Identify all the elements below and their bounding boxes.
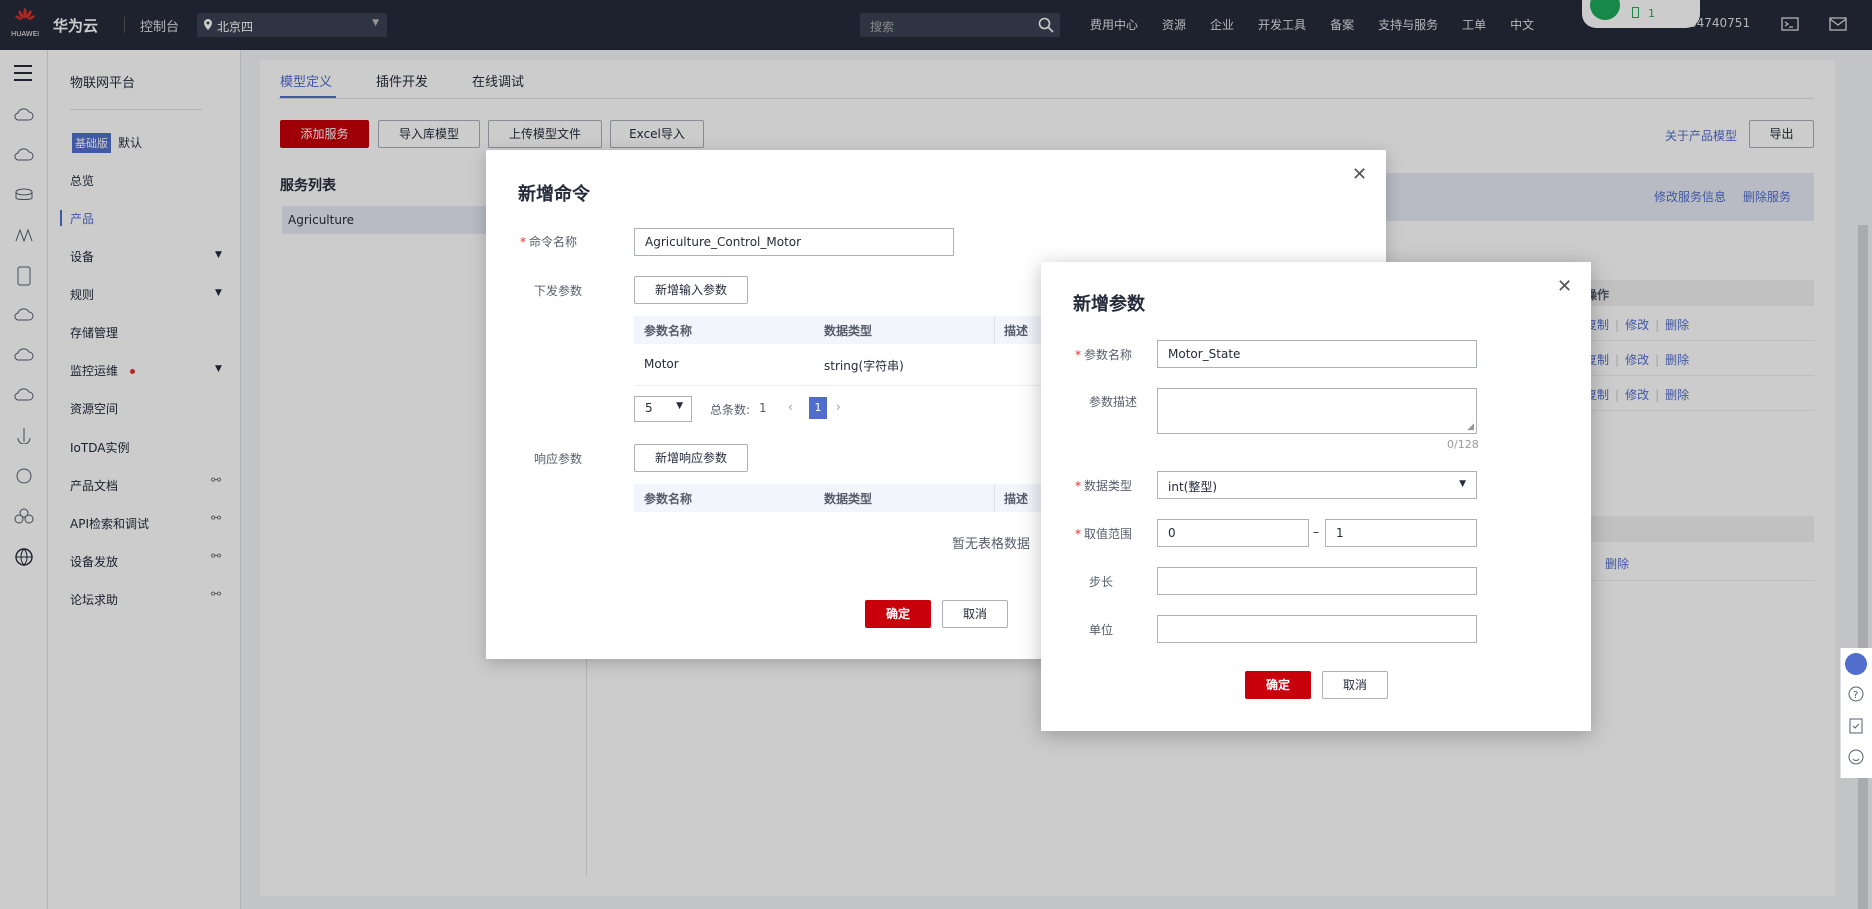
param-name-cell: Motor	[644, 357, 679, 371]
col-param-name: 参数名称	[644, 324, 693, 338]
feedback-icon[interactable]	[1848, 718, 1864, 734]
svg-text:?: ?	[1853, 690, 1858, 701]
param-description-textarea[interactable]: ◢	[1157, 388, 1477, 434]
chevron-down-icon: ▼	[676, 401, 683, 411]
add-response-param-button[interactable]: 新增响应参数	[634, 444, 748, 472]
step-label: 步长	[1089, 575, 1114, 589]
chevron-down-icon: ▼	[1459, 479, 1466, 489]
total-value: 1	[759, 401, 767, 415]
command-name-input[interactable]: Agriculture_Control_Motor	[634, 228, 954, 256]
col-param-name: 参数名称	[644, 492, 693, 506]
col-data-type: 数据类型	[824, 324, 873, 338]
headset-icon[interactable]	[1845, 653, 1867, 675]
data-type-value: int(整型)	[1168, 480, 1218, 494]
col-description: 描述	[1004, 324, 1029, 338]
resp-params-label: 响应参数	[534, 452, 583, 466]
data-type-label: * 数据类型	[1075, 479, 1133, 493]
resize-handle-icon[interactable]: ◢	[1467, 422, 1474, 432]
value-range-label: * 取值范围	[1075, 527, 1133, 541]
chevron-right-icon[interactable]: ›	[836, 400, 841, 414]
smile-icon[interactable]	[1848, 749, 1864, 765]
add-input-param-button[interactable]: 新增输入参数	[634, 276, 748, 304]
param-name-input[interactable]: Motor_State	[1157, 340, 1477, 368]
confirm-button[interactable]: 确定	[865, 600, 931, 628]
unit-input[interactable]	[1157, 615, 1477, 643]
command-name-label: * 命令名称	[520, 235, 578, 249]
help-icon[interactable]: ?	[1848, 686, 1864, 702]
dialog-title: 新增命令	[518, 184, 590, 205]
range-max-input[interactable]: 1	[1325, 519, 1477, 547]
close-icon[interactable]: ✕	[1557, 276, 1572, 297]
total-label: 总条数:	[710, 403, 751, 417]
col-data-type: 数据类型	[824, 492, 873, 506]
page-size-value: 5	[645, 401, 653, 415]
page-size-select[interactable]: 5 ▼	[634, 396, 692, 422]
close-icon[interactable]: ✕	[1352, 164, 1367, 185]
divider	[994, 316, 995, 344]
divider	[634, 385, 1048, 386]
range-min-input[interactable]: 0	[1157, 519, 1309, 547]
page-number[interactable]: 1	[809, 397, 827, 419]
cancel-button[interactable]: 取消	[942, 600, 1008, 628]
dialog-title: 新增参数	[1073, 294, 1145, 315]
step-input[interactable]	[1157, 567, 1477, 595]
data-type-cell: string(字符串)	[824, 359, 904, 373]
add-parameter-dialog: 新增参数 ✕ * 参数名称 Motor_State 参数描述 ◢ 0/128 * 数…	[1041, 262, 1591, 731]
param-desc-label: 参数描述	[1089, 395, 1138, 409]
range-separator: –	[1313, 525, 1319, 539]
unit-label: 单位	[1089, 623, 1114, 637]
param-name-label: * 参数名称	[1075, 348, 1133, 362]
data-type-select[interactable]: int(整型) ▼	[1157, 471, 1477, 499]
col-description: 描述	[1004, 492, 1029, 506]
empty-table-text: 暂无表格数据	[952, 537, 1031, 552]
char-count: 0/128	[1447, 438, 1479, 451]
chevron-left-icon[interactable]: ‹	[788, 400, 793, 414]
down-params-label: 下发参数	[534, 284, 583, 298]
divider	[994, 484, 995, 512]
confirm-button[interactable]: 确定	[1245, 671, 1311, 699]
cancel-button[interactable]: 取消	[1322, 671, 1388, 699]
